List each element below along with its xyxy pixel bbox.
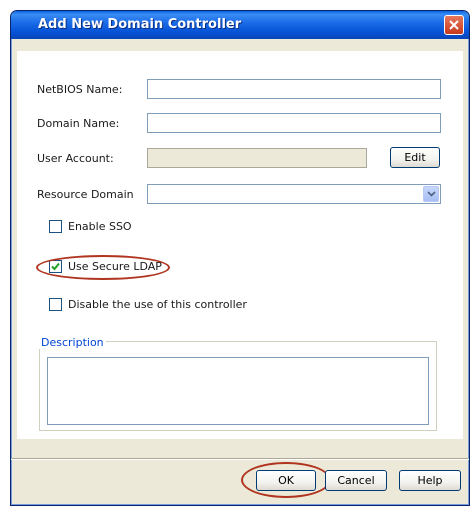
- close-icon: [449, 20, 459, 30]
- secure-ldap-checkbox[interactable]: [49, 260, 62, 273]
- description-textarea[interactable]: [47, 357, 429, 425]
- domain-name-input[interactable]: [147, 113, 441, 133]
- description-legend: Description: [39, 336, 106, 349]
- resource-domain-select[interactable]: [147, 184, 441, 204]
- footer-separator: [11, 458, 469, 460]
- secure-ldap-label: Use Secure LDAP: [68, 260, 162, 273]
- enable-sso-label: Enable SSO: [68, 220, 132, 233]
- dropdown-button[interactable]: [423, 186, 439, 202]
- dialog-title: Add New Domain Controller: [38, 17, 242, 32]
- checkmark-icon: [51, 262, 60, 271]
- resource-domain-label: Resource Domain: [37, 188, 134, 201]
- ok-button[interactable]: OK: [256, 470, 316, 491]
- netbios-name-input[interactable]: [147, 79, 441, 99]
- title-bar[interactable]: Add New Domain Controller: [11, 11, 469, 39]
- help-button[interactable]: Help: [399, 470, 461, 491]
- secure-ldap-option[interactable]: Use Secure LDAP: [49, 259, 169, 275]
- disable-controller-checkbox[interactable]: [49, 298, 62, 311]
- close-button[interactable]: [444, 15, 464, 35]
- disable-controller-label: Disable the use of this controller: [68, 298, 247, 311]
- enable-sso-checkbox[interactable]: [49, 220, 62, 233]
- edit-button[interactable]: Edit: [390, 147, 440, 168]
- cancel-button[interactable]: Cancel: [325, 470, 387, 491]
- domain-name-label: Domain Name:: [37, 117, 120, 130]
- form-panel: NetBIOS Name: Domain Name: User Account:…: [17, 51, 463, 439]
- disable-controller-option[interactable]: Disable the use of this controller: [49, 297, 269, 313]
- user-account-label: User Account:: [37, 152, 114, 165]
- add-domain-controller-dialog: Add New Domain Controller NetBIOS Name: …: [10, 10, 470, 506]
- netbios-name-label: NetBIOS Name:: [37, 83, 123, 96]
- user-account-input: [147, 148, 367, 168]
- chevron-down-icon: [427, 191, 436, 197]
- enable-sso-option[interactable]: Enable SSO: [49, 219, 149, 235]
